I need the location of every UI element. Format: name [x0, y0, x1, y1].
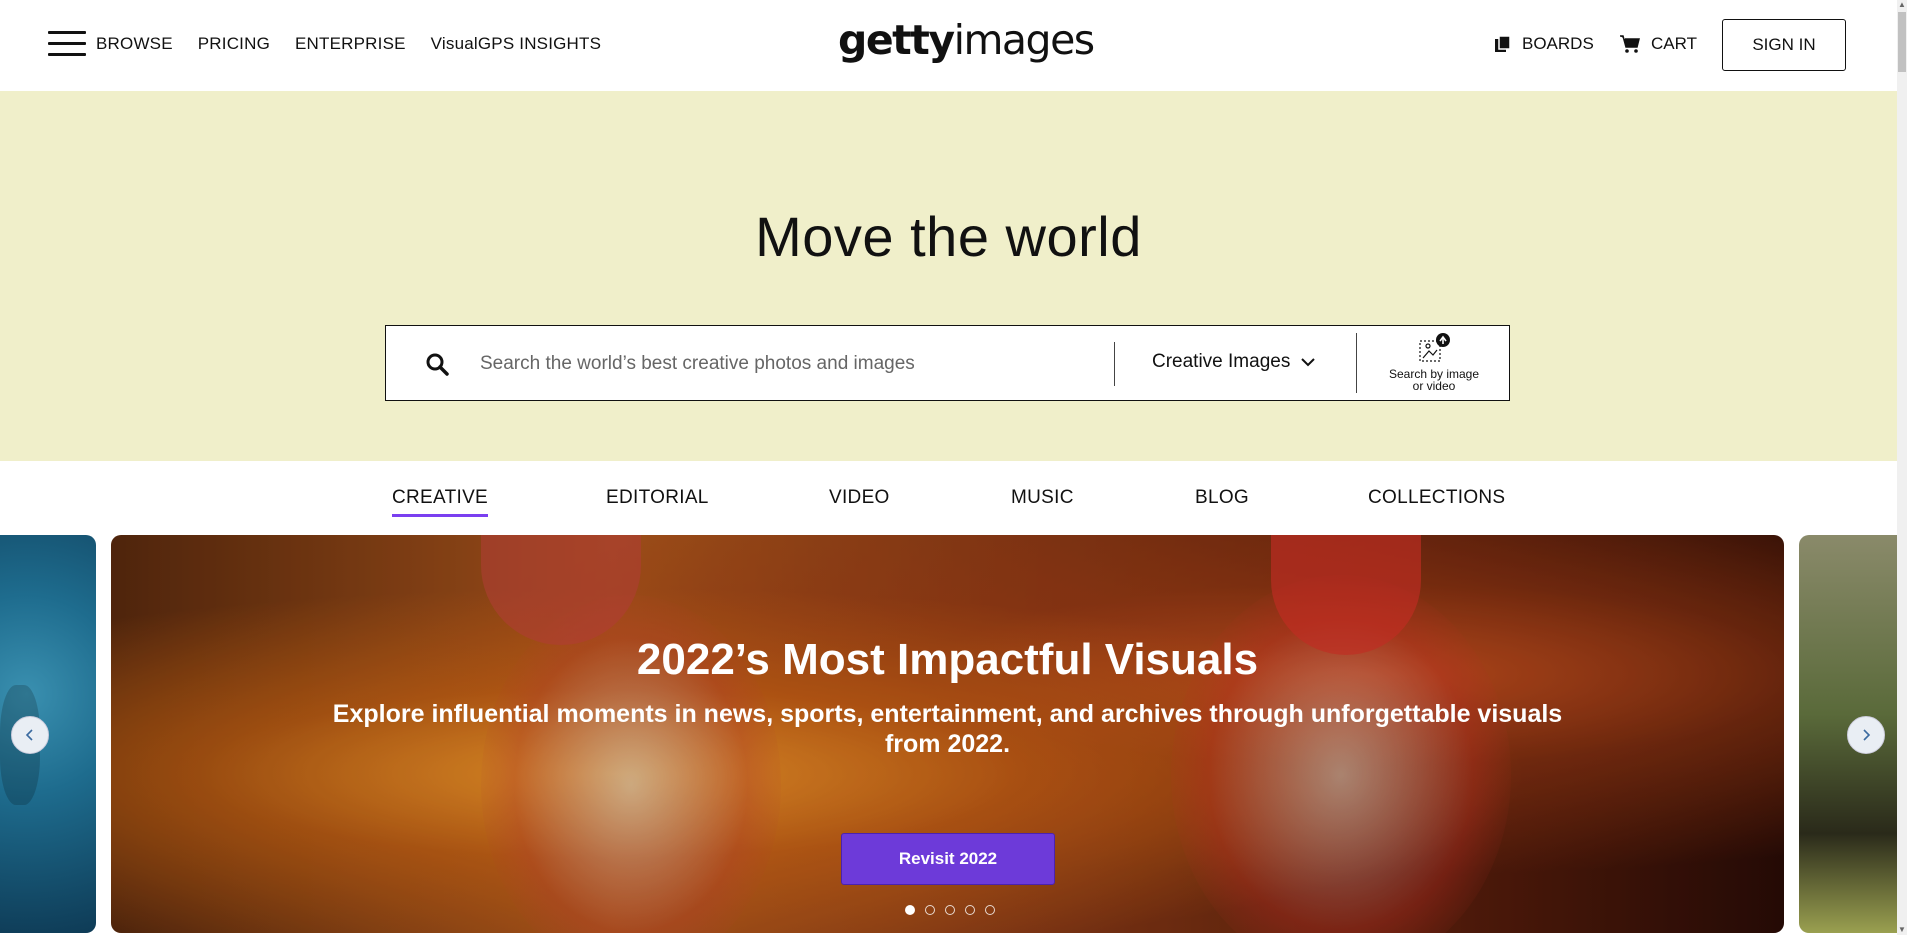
search-by-image-button[interactable]: Search by image or video	[1374, 332, 1494, 394]
carousel-next-button[interactable]	[1847, 716, 1885, 754]
tab-collections[interactable]: COLLECTIONS	[1368, 487, 1505, 509]
page-scrollbar[interactable]: ▲ ▼	[1897, 0, 1907, 935]
scroll-down-icon[interactable]: ▼	[1898, 925, 1906, 935]
carousel-dot[interactable]	[945, 905, 955, 915]
nav-enterprise[interactable]: ENTERPRISE	[295, 34, 406, 54]
cart-label: CART	[1651, 34, 1697, 53]
category-selected: Creative Images	[1152, 351, 1291, 372]
nav-visualgps-insights[interactable]: VisualGPS INSIGHTS	[431, 34, 602, 54]
slide-subtitle: Explore influential moments in news, spo…	[332, 700, 1563, 758]
site-header: BROWSE PRICING ENTERPRISE VisualGPS INSI…	[0, 0, 1897, 91]
search-by-image-label-line2: or video	[1412, 379, 1456, 393]
slide-title: 2022’s Most Impactful Visuals	[636, 635, 1259, 684]
chevron-left-icon	[25, 729, 33, 741]
hero-title: Move the world	[755, 205, 1142, 268]
search-input[interactable]	[478, 340, 1472, 388]
carousel-prev-button[interactable]	[11, 716, 49, 754]
menu-icon[interactable]	[48, 31, 86, 57]
search-divider	[1356, 333, 1357, 393]
chevron-right-icon	[1863, 729, 1871, 741]
search-divider	[1114, 342, 1115, 386]
tab-blog[interactable]: BLOG	[1195, 487, 1249, 509]
nav-browse[interactable]: BROWSE	[96, 34, 173, 54]
boards-icon	[1495, 35, 1511, 52]
carousel-dot[interactable]	[965, 905, 975, 915]
boards-label: BOARDS	[1522, 34, 1594, 53]
boards-link[interactable]: BOARDS	[1494, 34, 1594, 54]
primary-nav: BROWSE PRICING ENTERPRISE VisualGPS INSI…	[96, 34, 626, 54]
carousel-slide-active: 2022’s Most Impactful Visuals Explore in…	[111, 535, 1784, 933]
hero-carousel: 2022’s Most Impactful Visuals Explore in…	[0, 535, 1897, 935]
chevron-down-icon	[1301, 358, 1316, 367]
carousel-dot[interactable]	[985, 905, 995, 915]
tab-music[interactable]: MUSIC	[1011, 487, 1074, 509]
content-tabs: CREATIVE EDITORIAL VIDEO MUSIC BLOG COLL…	[0, 487, 1897, 517]
logo-light: images	[953, 16, 1096, 64]
scroll-up-icon[interactable]: ▲	[1898, 0, 1906, 10]
getty-images-logo[interactable]: gettyimages	[838, 16, 1096, 64]
search-bar: Creative Images Search by image or video	[385, 325, 1510, 401]
logo-bold: getty	[838, 16, 955, 64]
search-icon[interactable]	[425, 352, 449, 376]
tab-creative[interactable]: CREATIVE	[392, 487, 489, 517]
sign-in-button[interactable]: SIGN IN	[1722, 19, 1846, 71]
cart-icon	[1620, 35, 1640, 53]
revisit-2022-button[interactable]: Revisit 2022	[841, 833, 1055, 885]
tab-video[interactable]: VIDEO	[829, 487, 890, 509]
search-by-image-label: Search by image or video	[1374, 368, 1494, 392]
cart-link[interactable]: CART	[1619, 34, 1697, 54]
hero-section: Move the world Creative Images	[0, 91, 1897, 461]
carousel-dot[interactable]	[905, 905, 915, 915]
tab-editorial[interactable]: EDITORIAL	[606, 487, 709, 509]
carousel-dots	[905, 905, 995, 915]
carousel-dot[interactable]	[925, 905, 935, 915]
nav-pricing[interactable]: PRICING	[198, 34, 270, 54]
image-upload-icon	[1419, 333, 1450, 362]
category-dropdown[interactable]: Creative Images	[1152, 351, 1316, 373]
scroll-thumb[interactable]	[1898, 12, 1906, 72]
